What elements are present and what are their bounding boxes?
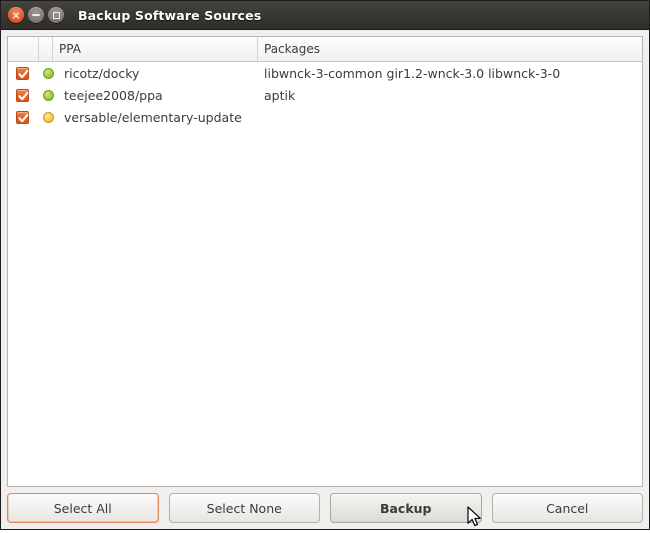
row-checkbox-cell[interactable] (8, 88, 39, 102)
window-title: Backup Software Sources (78, 7, 262, 23)
checkbox-checked-icon[interactable] (16, 66, 29, 80)
row-ppa: ricotz/docky (64, 65, 140, 81)
table-row[interactable]: teejee2008/ppa aptik (8, 84, 642, 106)
checkbox-checked-icon[interactable] (16, 88, 29, 102)
select-none-button[interactable]: Select None (168, 493, 320, 523)
table-row[interactable]: versable/elementary-update (8, 106, 642, 128)
row-checkbox-cell[interactable] (8, 110, 39, 124)
close-button[interactable]: × (8, 7, 24, 23)
row-status-cell (39, 89, 58, 101)
row-packages: aptik (264, 87, 296, 103)
dialog-window: × Backup Software Sources PPA Packages r… (0, 0, 650, 530)
backup-button[interactable]: Backup (330, 493, 482, 523)
checkbox-checked-icon[interactable] (16, 110, 29, 124)
status-dot-green-icon (43, 89, 54, 101)
status-dot-green-icon (43, 67, 54, 79)
row-ppa: versable/elementary-update (64, 109, 242, 125)
select-all-button[interactable]: Select All (7, 493, 159, 523)
close-icon: × (11, 8, 21, 22)
maximize-icon (52, 11, 60, 19)
table-row[interactable]: ricotz/docky libwnck-3-common gir1.2-wnc… (8, 62, 642, 84)
column-header-status[interactable] (39, 37, 53, 61)
row-packages: libwnck-3-common gir1.2-wnck-3.0 libwnck… (264, 65, 561, 81)
column-header-checkbox[interactable] (8, 37, 39, 61)
dialog-content: PPA Packages ricotz/docky libwnck-3-comm… (1, 30, 649, 487)
list-body: ricotz/docky libwnck-3-common gir1.2-wnc… (8, 62, 642, 486)
minimize-icon (32, 14, 40, 16)
row-ppa: teejee2008/ppa (64, 87, 163, 103)
row-status-cell (39, 111, 58, 123)
status-dot-yellow-icon (43, 111, 54, 123)
column-header-ppa[interactable]: PPA (53, 37, 258, 61)
list-header: PPA Packages (8, 37, 642, 62)
dialog-button-bar: Select All Select None Backup Cancel (1, 487, 649, 529)
cancel-button[interactable]: Cancel (491, 493, 643, 523)
software-sources-list[interactable]: PPA Packages ricotz/docky libwnck-3-comm… (7, 36, 643, 487)
minimize-button[interactable] (28, 7, 44, 23)
maximize-button[interactable] (48, 7, 64, 23)
column-header-packages[interactable]: Packages (258, 37, 642, 61)
title-bar: × Backup Software Sources (1, 1, 649, 30)
row-checkbox-cell[interactable] (8, 66, 39, 80)
row-status-cell (39, 67, 58, 79)
